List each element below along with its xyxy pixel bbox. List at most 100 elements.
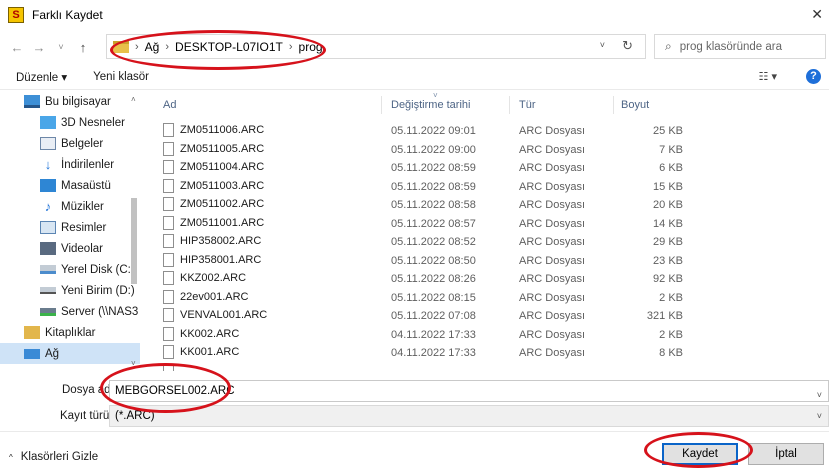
up-arrow-icon[interactable]: ↑ [72, 40, 94, 55]
file-date: 05.11.2022 07:08 [391, 310, 476, 322]
new-folder-button[interactable]: Yeni klasör [93, 71, 149, 83]
file-row[interactable]: KK001.ARC 04.11.2022 17:33 ARC Dosyası 8 KB [143, 343, 829, 361]
file-row[interactable]: VENVAL001.ARC 05.11.2022 07:08 ARC Dosyası… [143, 306, 829, 324]
file-row[interactable]: ZM0511006.ARC 05.11.2022 09:01 ARC Dosyası… [143, 121, 829, 139]
file-row-partial[interactable] [143, 362, 829, 371]
chevron-down-icon[interactable]: ˅ [817, 385, 822, 405]
scroll-up-icon[interactable]: ˄ [131, 95, 136, 104]
file-type: ARC Dosyası [519, 347, 586, 359]
organize-button[interactable]: Düzenle ▾ [16, 70, 67, 84]
save-button[interactable]: Kaydet [662, 443, 738, 465]
hide-folders-label: Klasörleri Gizle [20, 451, 99, 463]
file-size: 25 KB [653, 125, 683, 137]
column-divider[interactable] [381, 96, 382, 114]
column-divider[interactable] [613, 96, 614, 114]
sidebar-item-downloads[interactable]: ↓ İndirilenler [0, 154, 140, 175]
sidebar-item-label: Resimler [61, 221, 107, 234]
column-divider[interactable] [509, 96, 510, 114]
folder-icon [113, 40, 129, 53]
file-type: ARC Dosyası [519, 143, 586, 156]
file-name: VENVAL001.ARC [180, 309, 268, 321]
file-row[interactable]: 22ev001.ARC 05.11.2022 08:15 ARC Dosyası 2 … [143, 288, 829, 306]
sidebar-item-music[interactable]: ♪ Müzikler [0, 196, 140, 217]
file-type: ARC Dosyası [519, 291, 586, 304]
sidebar-item-local-disk[interactable]: Yerel Disk (C:) [0, 259, 140, 280]
breadcrumb-separator: › [288, 40, 293, 53]
sidebar-item-network[interactable]: Ağ [0, 343, 140, 364]
file-type: ARC Dosyası [519, 328, 586, 341]
sidebar-item-desktop[interactable]: Masaüstü [0, 175, 140, 196]
local-disk-icon [40, 265, 56, 274]
file-type: ARC Dosyası [519, 125, 586, 137]
search-input[interactable]: ⌕ prog klasöründe ara [654, 34, 826, 59]
file-name: HIP358001.ARC [180, 253, 262, 266]
view-options-icon[interactable]: ☷ ▾ [759, 70, 777, 83]
file-name: KK002.ARC [180, 327, 240, 340]
computer-icon [24, 95, 40, 108]
column-header-name[interactable]: Ad [163, 94, 176, 116]
filetype-label: Kayıt türü: [60, 410, 113, 422]
file-icon [163, 160, 174, 174]
sidebar-item-label: Bu bilgisayar [45, 95, 111, 108]
file-row[interactable]: ZM0511001.ARC 05.11.2022 08:57 ARC Dosyası… [143, 214, 829, 232]
file-type: ARC Dosyası [519, 180, 586, 193]
file-size: 20 KB [653, 199, 683, 211]
breadcrumb-ag[interactable]: Ağ [145, 40, 160, 54]
window-title: Farklı Kaydet [32, 8, 103, 22]
file-row[interactable]: ZM0511005.ARC 05.11.2022 09:00 ARC Dosyası… [143, 140, 829, 158]
hide-folders-toggle[interactable]: ^ Klasörleri Gizle [9, 451, 98, 463]
network-icon [24, 348, 40, 359]
sidebar-item-3d-objects[interactable]: 3D Nesneler [0, 112, 140, 133]
file-row[interactable]: ZM0511003.ARC 05.11.2022 08:59 ARC Dosyası… [143, 177, 829, 195]
sidebar-item-documents[interactable]: Belgeler [0, 133, 140, 154]
breadcrumb-desktop[interactable]: DESKTOP-L07IO1T [175, 40, 283, 54]
sidebar-item-this-pc[interactable]: Bu bilgisayar [0, 91, 140, 112]
sidebar-item-libraries[interactable]: Kitaplıklar [0, 322, 140, 343]
column-header-size[interactable]: Boyut [621, 94, 649, 116]
cancel-button[interactable]: İptal [748, 443, 824, 465]
file-size: 29 KB [653, 236, 683, 248]
close-icon[interactable]: ✕ [811, 6, 823, 23]
address-bar[interactable]: › Ağ › DESKTOP-L07IO1T › prog ˅ ↻ [106, 34, 646, 59]
scroll-down-icon[interactable]: ˅ [131, 359, 136, 368]
file-date: 05.11.2022 09:01 [391, 125, 476, 137]
file-size: 23 KB [653, 254, 683, 267]
file-row[interactable]: KK002.ARC 04.11.2022 17:33 ARC Dosyası 2 KB [143, 325, 829, 343]
column-header-date[interactable]: Değiştirme tarihi [391, 94, 470, 116]
chevron-down-icon[interactable]: ˅ [600, 40, 605, 50]
file-row[interactable]: KKZ002.ARC 05.11.2022 08:26 ARC Dosyası 92 … [143, 269, 829, 287]
file-row[interactable]: ZM0511004.ARC 05.11.2022 08:59 ARC Dosyası… [143, 158, 829, 176]
file-type: ARC Dosyası [519, 273, 586, 285]
file-row[interactable]: HIP358001.ARC 05.11.2022 08:50 ARC Dosyası… [143, 251, 829, 269]
sidebar-item-new-volume[interactable]: Yeni Birim (D:) [0, 280, 140, 301]
breadcrumb-prog[interactable]: prog [299, 40, 323, 54]
file-row[interactable]: ZM0511002.ARC 05.11.2022 08:58 ARC Dosyası… [143, 195, 829, 213]
file-date: 05.11.2022 08:26 [391, 273, 476, 285]
file-name: ZM0511004.ARC [180, 161, 265, 173]
file-type: ARC Dosyası [519, 254, 586, 267]
sidebar-scroll-thumb[interactable] [131, 198, 137, 284]
file-type: ARC Dosyası [519, 162, 586, 174]
forward-arrow-icon[interactable]: → [28, 40, 50, 55]
file-icon [163, 271, 174, 285]
file-icon [163, 252, 174, 267]
sidebar-item-server[interactable]: Server (\\NAS3 [0, 301, 140, 322]
refresh-icon[interactable]: ↻ [622, 38, 633, 54]
sidebar-item-videos[interactable]: Videolar [0, 238, 140, 259]
file-type: ARC Dosyası [519, 310, 586, 322]
sidebar-item-pictures[interactable]: Resimler [0, 217, 140, 238]
back-arrow-icon[interactable]: ← [6, 40, 28, 55]
file-size: 321 KB [646, 310, 683, 322]
filetype-select[interactable]: (*.ARC) ˅ [109, 405, 829, 427]
breadcrumb-separator: › [165, 40, 170, 53]
file-date: 05.11.2022 08:59 [391, 162, 476, 174]
file-name: ZM0511005.ARC [180, 142, 265, 155]
help-icon[interactable]: ? [806, 69, 821, 84]
file-size: 15 KB [653, 180, 683, 193]
sidebar-item-label: Masaüstü [61, 179, 111, 192]
file-row[interactable]: HIP358002.ARC 05.11.2022 08:52 ARC Dosyası… [143, 232, 829, 250]
file-list: Ad ˅ Değiştirme tarihi Tür Boyut ZM05110… [143, 91, 829, 371]
filename-field[interactable]: MEBGORSEL002.ARC ˅ [109, 380, 829, 402]
column-header-type[interactable]: Tür [519, 94, 536, 116]
recent-locations-icon[interactable]: ˅ [50, 42, 72, 52]
